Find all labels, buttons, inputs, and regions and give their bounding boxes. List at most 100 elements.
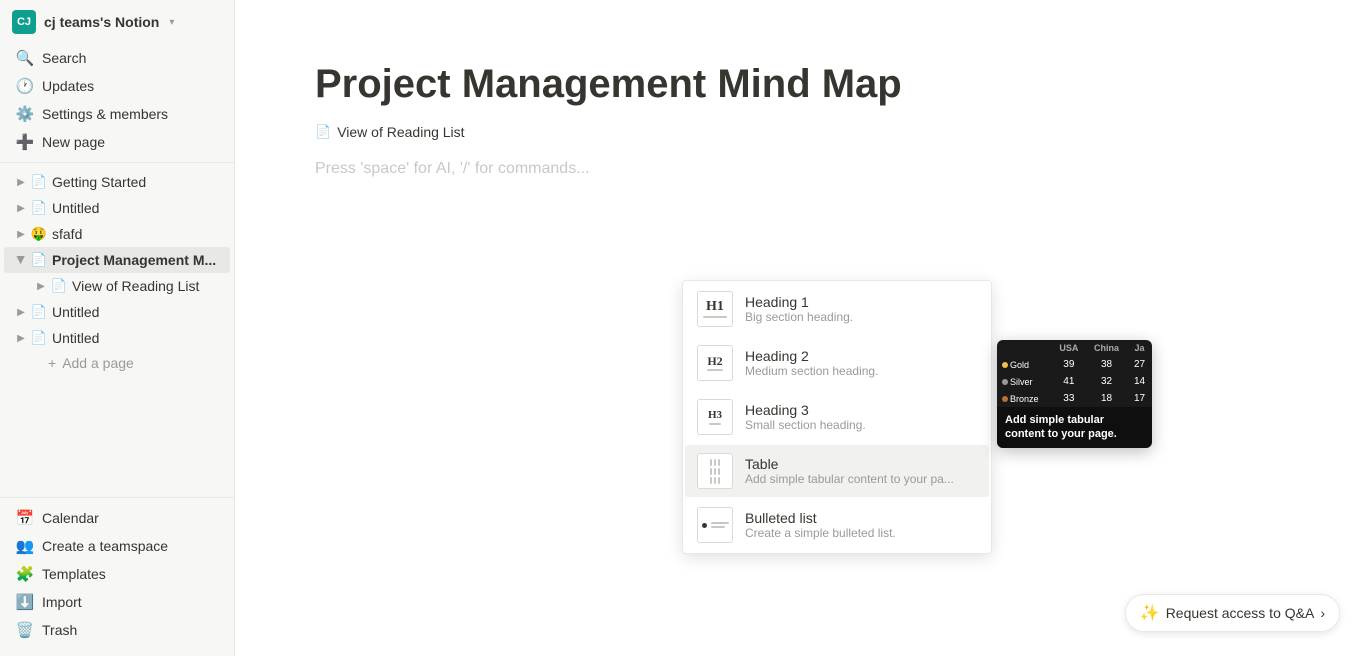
import-icon: ⬇️ <box>16 593 34 611</box>
trash-icon: 🗑️ <box>16 621 34 639</box>
sidebar-item-untitled-2[interactable]: ▶ 📄 Untitled <box>4 299 230 325</box>
search-label: Search <box>42 50 86 66</box>
sidebar-item-untitled-1[interactable]: ▶ 📄 Untitled <box>4 195 230 221</box>
teamspace-icon: 👥 <box>16 537 34 555</box>
add-page-button[interactable]: + Add a page <box>4 351 230 375</box>
sidebar-item-getting-started[interactable]: ▶ 📄 Getting Started <box>4 169 230 195</box>
heading2-title: Heading 2 <box>745 348 977 364</box>
sidebar-item-sfafd[interactable]: ▶ 🤑 sfafd <box>4 221 230 247</box>
arrow-icon: ▶ <box>12 173 30 191</box>
nav-label: Untitled <box>52 200 222 216</box>
create-teamspace-label: Create a teamspace <box>42 538 168 554</box>
heading2-text: Heading 2 Medium section heading. <box>745 348 977 378</box>
emoji-icon: 🤑 <box>30 225 48 243</box>
arrow-icon: ▶ <box>32 277 50 295</box>
workspace-icon: CJ <box>12 10 36 34</box>
new-page-icon: ➕ <box>16 133 34 151</box>
sidebar-item-settings[interactable]: ⚙️ Settings & members <box>4 100 230 128</box>
nav-label: sfafd <box>52 226 222 242</box>
calendar-icon: 📅 <box>16 509 34 527</box>
heading3-desc: Small section heading. <box>745 418 977 432</box>
heading1-desc: Big section heading. <box>745 310 977 324</box>
sidebar-item-calendar[interactable]: 📅 Calendar <box>4 504 230 532</box>
workspace-name: cj teams's Notion <box>44 14 159 30</box>
dropdown-item-heading2[interactable]: H2 Heading 2 Medium section heading. <box>685 337 989 389</box>
sidebar-item-templates[interactable]: 🧩 Templates <box>4 560 230 588</box>
sidebar-item-new-page[interactable]: ➕ New page <box>4 128 230 156</box>
nav-label: Untitled <box>52 330 222 346</box>
bulleted-list-text: Bulleted list Create a simple bulleted l… <box>745 510 977 540</box>
sidebar-item-untitled-3[interactable]: ▶ 📄 Untitled <box>4 325 230 351</box>
request-icon: ✨ <box>1140 603 1160 623</box>
table-text: Table Add simple tabular content to your… <box>745 456 977 486</box>
breadcrumb: 📄 View of Reading List <box>315 124 1284 140</box>
add-page-label: Add a page <box>62 355 134 371</box>
sidebar-item-trash[interactable]: 🗑️ Trash <box>4 616 230 644</box>
search-icon: 🔍 <box>16 49 34 67</box>
heading3-title: Heading 3 <box>745 402 977 418</box>
arrow-icon: ▶ <box>12 329 30 347</box>
arrow-icon: ▶ <box>12 225 30 243</box>
page-icon: 📄 <box>50 277 68 295</box>
sidebar-item-create-teamspace[interactable]: 👥 Create a teamspace <box>4 532 230 560</box>
trash-label: Trash <box>42 622 77 638</box>
h3-icon: H3 <box>697 399 733 435</box>
dropdown-item-heading1[interactable]: H1 Heading 1 Big section heading. <box>685 283 989 335</box>
dropdown-item-bulleted-list[interactable]: Bulleted list Create a simple bulleted l… <box>685 499 989 551</box>
bullet-icon <box>697 507 733 543</box>
page-icon: 📄 <box>30 173 48 191</box>
settings-label: Settings & members <box>42 106 168 122</box>
page-icon: 📄 <box>30 303 48 321</box>
request-access-button[interactable]: ✨ Request access to Q&A › <box>1125 594 1340 632</box>
settings-icon: ⚙️ <box>16 105 34 123</box>
page-icon: 📄 <box>30 251 48 269</box>
new-page-label: New page <box>42 134 105 150</box>
sidebar-bottom-divider <box>0 497 234 498</box>
nav-label: View of Reading List <box>72 278 222 294</box>
bulleted-list-desc: Create a simple bulleted list. <box>745 526 977 540</box>
request-access-arrow: › <box>1320 605 1325 621</box>
plus-icon: + <box>48 355 56 371</box>
editor-placeholder[interactable]: Press 'space' for AI, '/' for commands..… <box>315 160 1284 178</box>
sidebar-item-search[interactable]: 🔍 Search <box>4 44 230 72</box>
nav-label: Project Management M... <box>52 252 222 268</box>
dropdown-item-heading3[interactable]: H3 Heading 3 Small section heading. <box>685 391 989 443</box>
command-dropdown: H1 Heading 1 Big section heading. H2 Hea… <box>682 280 992 554</box>
table-desc: Add simple tabular content to your pa... <box>745 472 977 486</box>
sidebar-item-import[interactable]: ⬇️ Import <box>4 588 230 616</box>
dropdown-item-table[interactable]: Table Add simple tabular content to your… <box>685 445 989 497</box>
breadcrumb-text: View of Reading List <box>337 124 464 140</box>
arrow-icon: ▶ <box>12 199 30 217</box>
templates-label: Templates <box>42 566 106 582</box>
h1-icon: H1 <box>697 291 733 327</box>
sidebar: CJ cj teams's Notion ▾ 🔍 Search 🕐 Update… <box>0 0 235 656</box>
sidebar-divider <box>0 162 234 163</box>
templates-icon: 🧩 <box>16 565 34 583</box>
calendar-label: Calendar <box>42 510 99 526</box>
request-access-label: Request access to Q&A <box>1166 605 1315 621</box>
heading1-title: Heading 1 <box>745 294 977 310</box>
page-icon: 📄 <box>30 199 48 217</box>
sidebar-item-view-reading-list[interactable]: ▶ 📄 View of Reading List <box>4 273 230 299</box>
breadcrumb-icon: 📄 <box>315 124 331 140</box>
heading1-text: Heading 1 Big section heading. <box>745 294 977 324</box>
heading2-desc: Medium section heading. <box>745 364 977 378</box>
table-title: Table <box>745 456 977 472</box>
h2-icon: H2 <box>697 345 733 381</box>
bulleted-list-title: Bulleted list <box>745 510 977 526</box>
dropdown-menu: H1 Heading 1 Big section heading. H2 Hea… <box>682 280 992 554</box>
arrow-icon: ▶ <box>12 251 30 269</box>
main-content: Project Management Mind Map 📄 View of Re… <box>235 0 1364 656</box>
sidebar-item-updates[interactable]: 🕐 Updates <box>4 72 230 100</box>
workspace-header[interactable]: CJ cj teams's Notion ▾ <box>0 0 234 44</box>
table-icon <box>697 453 733 489</box>
updates-icon: 🕐 <box>16 77 34 95</box>
nav-label: Getting Started <box>52 174 222 190</box>
updates-label: Updates <box>42 78 94 94</box>
sidebar-item-project-mgmt[interactable]: ▶ 📄 Project Management M... <box>4 247 230 273</box>
arrow-icon: ▶ <box>12 303 30 321</box>
nav-label: Untitled <box>52 304 222 320</box>
import-label: Import <box>42 594 82 610</box>
heading3-text: Heading 3 Small section heading. <box>745 402 977 432</box>
page-title: Project Management Mind Map <box>315 60 1284 108</box>
